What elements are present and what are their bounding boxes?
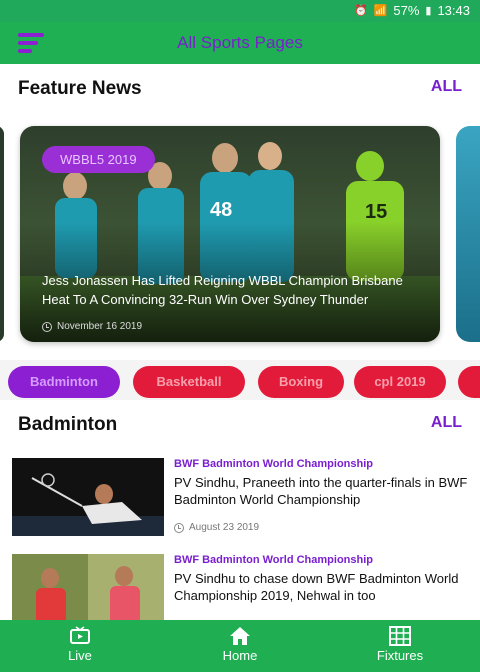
status-bar: ⏰ 📶 57% ▮ 13:43 xyxy=(0,0,480,22)
badminton-title: Badminton xyxy=(18,414,118,435)
nav-home[interactable]: Home xyxy=(200,626,280,663)
carousel-card-prev[interactable] xyxy=(0,126,4,342)
jersey-number-right: 15 xyxy=(365,201,387,223)
feature-badge[interactable]: WBBL5 2019 xyxy=(42,146,155,173)
alarm-icon: ⏰ xyxy=(353,5,368,17)
calendar-grid-icon xyxy=(389,626,411,646)
news-item[interactable]: BWF Badminton World Championship PV Sind… xyxy=(0,544,480,632)
nav-fixtures-label: Fixtures xyxy=(376,648,424,663)
battery-icon: ▮ xyxy=(425,5,432,17)
carousel-card-next[interactable] xyxy=(456,126,480,342)
clock-time: 13:43 xyxy=(437,3,470,18)
nav-live-label: Live xyxy=(68,648,92,663)
pill-next[interactable] xyxy=(458,366,480,398)
feature-all-link[interactable]: ALL xyxy=(431,78,462,96)
feature-card[interactable]: 48 15 WBBL5 2019 Jess Jonassen Has Lifte… xyxy=(20,126,440,342)
nav-home-label: Home xyxy=(222,648,258,663)
feature-date-text: November 16 2019 xyxy=(57,321,143,332)
news-title: PV Sindhu to chase down BWF Badminton Wo… xyxy=(174,571,459,603)
pill-boxing[interactable]: Boxing xyxy=(258,366,344,398)
clock-icon xyxy=(42,321,52,332)
home-icon xyxy=(230,627,250,645)
feature-date: November 16 2019 xyxy=(42,321,142,332)
pill-cpl-2019[interactable]: cpl 2019 xyxy=(354,366,446,398)
feature-news-header: Feature News ALL xyxy=(0,64,480,112)
clock-icon xyxy=(174,522,184,533)
category-pills: Badminton Basketball Boxing cpl 2019 xyxy=(0,362,480,402)
badminton-all-link[interactable]: ALL xyxy=(431,414,462,432)
feature-news-title: Feature News xyxy=(18,78,142,99)
jersey-number-left: 48 xyxy=(210,199,232,221)
pill-basketball[interactable]: Basketball xyxy=(133,366,245,398)
signal-icon: 📶 xyxy=(373,5,388,17)
app-title: All Sports Pages xyxy=(177,33,303,52)
news-category: BWF Badminton World Championship xyxy=(174,458,373,470)
news-category: BWF Badminton World Championship xyxy=(174,554,373,566)
feature-headline: Jess Jonassen Has Lifted Reigning WBBL C… xyxy=(42,273,403,307)
news-title: PV Sindhu, Praneeth into the quarter-fin… xyxy=(174,475,468,507)
nav-fixtures[interactable]: Fixtures xyxy=(360,626,440,663)
tv-icon xyxy=(70,626,90,644)
battery-percent: 57% xyxy=(393,3,420,18)
nav-live[interactable]: Live xyxy=(40,626,120,663)
news-date: August 23 2019 xyxy=(174,522,259,533)
news-thumbnail xyxy=(12,458,164,536)
app-bar: All Sports Pages xyxy=(0,22,480,64)
feature-carousel[interactable]: 48 15 WBBL5 2019 Jess Jonassen Has Lifte… xyxy=(0,112,480,360)
badminton-header: Badminton ALL xyxy=(0,400,480,448)
news-date-text: August 23 2019 xyxy=(189,522,260,533)
bottom-nav: Live Home Fixtures xyxy=(0,620,480,672)
pill-badminton[interactable]: Badminton xyxy=(8,366,120,398)
news-item[interactable]: BWF Badminton World Championship PV Sind… xyxy=(0,448,480,544)
